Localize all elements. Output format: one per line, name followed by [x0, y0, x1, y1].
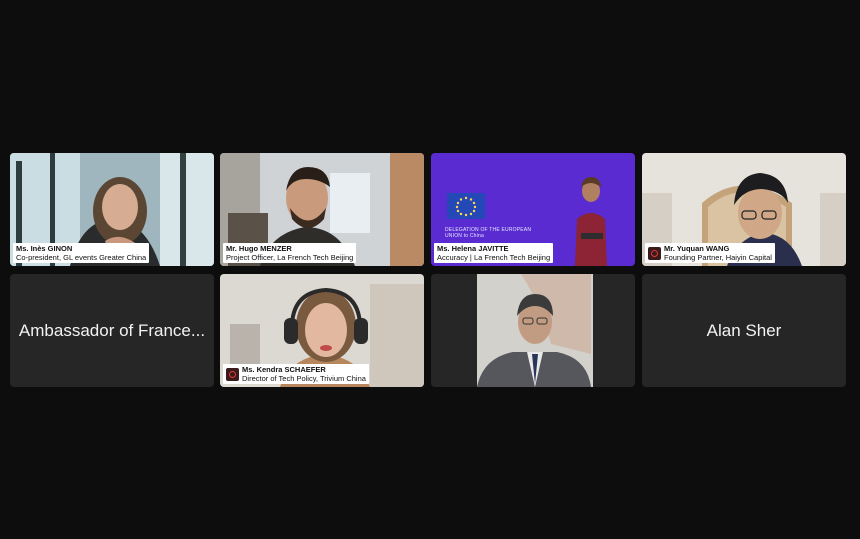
eu-delegation-backdrop: DELEGATION OF THE EUROPEAN UNION to Chin…	[445, 227, 532, 239]
video-tile-ines-ginon[interactable]: Ms. Inès GINON Co-president, GL events G…	[10, 153, 214, 266]
participant-role: Director of Tech Policy, Trivium China	[242, 374, 366, 383]
video-tile-ambassador[interactable]: Ambassador of France...	[10, 274, 214, 387]
participant-name: Mr. Hugo MENZER	[226, 244, 292, 253]
participant-name: Ms. Helena JAVITTE	[437, 244, 509, 253]
participant-video	[431, 274, 635, 387]
company-logo-icon	[648, 246, 661, 260]
participant-caption: Mr. Hugo MENZER Project Officer, La Fren…	[223, 243, 357, 263]
company-logo-icon	[226, 367, 239, 381]
video-tile-kendra-schaefer[interactable]: Ms. Kendra SCHAEFER Director of Tech Pol…	[220, 274, 424, 387]
participant-role: Co-president, GL events Greater China	[16, 253, 147, 262]
video-grid: Ms. Inès GINON Co-president, GL events G…	[0, 0, 860, 539]
participant-caption: Ms. Helena JAVITTE Accuracy | La French …	[434, 243, 554, 263]
video-tile-hugo-menzer[interactable]: Mr. Hugo MENZER Project Officer, La Fren…	[220, 153, 424, 266]
participant-display-name: Ambassador of France...	[18, 320, 206, 340]
participant-caption: Mr. Yuquan WANG Founding Partner, Haiyin…	[645, 243, 775, 263]
participant-role: Founding Partner, Haiyin Capital	[664, 253, 772, 262]
participant-caption: Ms. Kendra SCHAEFER Director of Tech Pol…	[223, 364, 369, 384]
participant-caption: Ms. Inès GINON Co-president, GL events G…	[13, 243, 150, 263]
video-tile-alan-sher[interactable]: Alan Sher	[642, 274, 846, 387]
participant-name: Ms. Inès GINON	[16, 244, 73, 253]
participant-name: Ms. Kendra SCHAEFER	[242, 365, 326, 374]
video-tile-helena-javitte[interactable]: DELEGATION OF THE EUROPEAN UNION to Chin…	[431, 153, 635, 266]
video-tile-participant-7[interactable]	[431, 274, 635, 387]
participant-name: Mr. Yuquan WANG	[664, 244, 730, 253]
participant-role: Accuracy | La French Tech Beijing	[437, 253, 551, 262]
participant-display-name: Alan Sher	[706, 320, 782, 340]
participant-role: Project Officer, La French Tech Beijing	[226, 253, 354, 262]
video-tile-yuquan-wang[interactable]: Mr. Yuquan WANG Founding Partner, Haiyin…	[642, 153, 846, 266]
